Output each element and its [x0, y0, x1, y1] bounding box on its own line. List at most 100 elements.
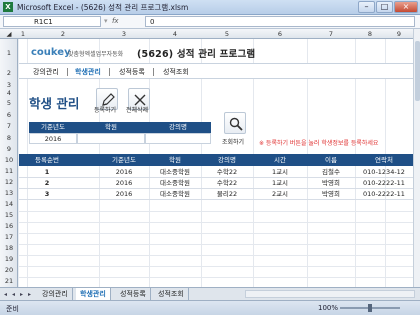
- menu-item-grade-view[interactable]: 성적조회: [163, 67, 189, 77]
- table-row[interactable]: 2 2016 대소중학원 수학22 1교시 박영희 010-2222-11: [19, 178, 413, 189]
- column-header[interactable]: 4: [149, 29, 201, 39]
- minimize-button[interactable]: –: [358, 1, 375, 13]
- delete-all-label: 전체삭제: [126, 107, 149, 114]
- row-header[interactable]: 3: [0, 81, 18, 89]
- name-box[interactable]: R1C1: [3, 16, 101, 27]
- row-header[interactable]: 4: [0, 89, 18, 97]
- cell-contact[interactable]: 010-1234-12: [355, 167, 413, 178]
- formula-bar: R1C1 ▾ fx 0: [0, 15, 420, 29]
- cell-name[interactable]: 박영희: [307, 178, 355, 189]
- maximize-button[interactable]: □: [376, 1, 393, 13]
- search-button[interactable]: [224, 112, 246, 134]
- excel-icon[interactable]: X: [3, 2, 13, 12]
- tab-nav-first-icon[interactable]: ◂: [4, 291, 7, 298]
- cell-academy[interactable]: 대소중학원: [149, 178, 201, 189]
- row-header[interactable]: 9: [0, 145, 18, 153]
- row-header[interactable]: 1: [0, 49, 18, 57]
- cell-time[interactable]: 2교시: [253, 189, 307, 200]
- filter-academy-input[interactable]: [77, 133, 145, 144]
- table-row[interactable]: 3 2016 대소중학원 물리22 2교시 박영희 010-2222-11: [19, 189, 413, 200]
- column-header[interactable]: 5: [201, 29, 253, 39]
- row-header[interactable]: 11: [0, 167, 18, 175]
- cell-lecture[interactable]: 물리22: [201, 189, 253, 200]
- row-header[interactable]: 13: [0, 189, 18, 197]
- cell-time[interactable]: 1교시: [253, 178, 307, 189]
- table-row[interactable]: 1 2016 대소중학원 수학22 1교시 김철수 010-1234-12: [19, 167, 413, 178]
- column-header-bar: ◢ 1 2 3 4 5 6 7 8 9: [0, 29, 420, 39]
- cell-lecture[interactable]: 수학22: [201, 178, 253, 189]
- row-header-bar: 1 2 3 4 5 6 7 8 9 10 11 12 13 14 15 16 1…: [0, 39, 18, 287]
- row-header[interactable]: 14: [0, 200, 18, 208]
- tab-nav-last-icon[interactable]: ▸: [28, 291, 31, 298]
- cell-contact[interactable]: 010-2222-11: [355, 189, 413, 200]
- cell-time[interactable]: 1교시: [253, 167, 307, 178]
- menu-divider: [153, 68, 154, 76]
- row-header[interactable]: 16: [0, 222, 18, 230]
- select-all-corner[interactable]: ◢: [0, 29, 18, 39]
- row-header[interactable]: 8: [0, 134, 18, 142]
- cell-contact[interactable]: 010-2222-11: [355, 178, 413, 189]
- cell-seq[interactable]: 3: [27, 189, 67, 200]
- row-header[interactable]: 6: [0, 111, 18, 119]
- row-header[interactable]: 2: [0, 69, 18, 77]
- row-header[interactable]: 10: [0, 156, 18, 164]
- menu-item-student[interactable]: 학생관리: [75, 67, 101, 77]
- column-header[interactable]: 1: [19, 29, 27, 39]
- row-header[interactable]: 15: [0, 211, 18, 219]
- row-header[interactable]: 21: [0, 277, 18, 285]
- close-button[interactable]: ×: [394, 1, 418, 13]
- cell-academy[interactable]: 대소중학원: [149, 189, 201, 200]
- horizontal-scrollbar[interactable]: [245, 290, 415, 298]
- cell-lecture[interactable]: 수학22: [201, 167, 253, 178]
- window-title: Microsoft Excel - (5626) 성적 관리 프로그램.xlsm: [17, 3, 189, 12]
- vertical-scrollbar[interactable]: [413, 29, 420, 287]
- cell-name[interactable]: 김철수: [307, 167, 355, 178]
- filter-header-academy: 학원: [77, 122, 145, 133]
- column-header[interactable]: 9: [385, 29, 413, 39]
- tab-student[interactable]: 학생관리: [76, 288, 111, 300]
- fx-label: fx: [111, 17, 119, 25]
- tab-grade-register[interactable]: 성적등록: [116, 288, 151, 300]
- cell-seq[interactable]: 1: [27, 167, 67, 178]
- column-header[interactable]: 6: [253, 29, 307, 39]
- column-header-academy: 학원: [169, 156, 181, 164]
- cell-year[interactable]: 2016: [99, 178, 149, 189]
- row-header[interactable]: 7: [0, 122, 18, 130]
- zoom-level[interactable]: 100%: [318, 304, 338, 312]
- menu-divider: [67, 68, 68, 76]
- row-header[interactable]: 5: [0, 99, 18, 107]
- column-header[interactable]: 8: [355, 29, 385, 39]
- cell-year[interactable]: 2016: [99, 167, 149, 178]
- cell-name[interactable]: 박영희: [307, 189, 355, 200]
- fx-icon[interactable]: ▾ fx: [104, 16, 140, 27]
- row-header[interactable]: 19: [0, 255, 18, 263]
- row-header[interactable]: 17: [0, 233, 18, 241]
- cell-year[interactable]: 2016: [99, 189, 149, 200]
- column-header-contact: 연락처: [375, 156, 393, 164]
- column-header[interactable]: 3: [99, 29, 149, 39]
- tab-lecture[interactable]: 강의관리: [38, 288, 73, 300]
- window-title-bar: X Microsoft Excel - (5626) 성적 관리 프로그램.xl…: [0, 0, 420, 15]
- tab-grade-view[interactable]: 성적조회: [154, 288, 189, 300]
- row-header[interactable]: 20: [0, 266, 18, 274]
- menu-item-grade-register[interactable]: 성적등록: [119, 67, 145, 77]
- scroll-thumb[interactable]: [415, 41, 420, 101]
- menu-item-lecture[interactable]: 강의관리: [33, 67, 59, 77]
- column-header[interactable]: 7: [307, 29, 355, 39]
- row-header[interactable]: 18: [0, 244, 18, 252]
- tab-nav-next-icon[interactable]: ▸: [20, 291, 23, 298]
- search-label: 조회하기: [222, 139, 245, 146]
- filter-year-input[interactable]: 2016: [29, 133, 77, 144]
- cell-academy[interactable]: 대소중학원: [149, 167, 201, 178]
- tab-nav-prev-icon[interactable]: ◂: [12, 291, 15, 298]
- column-header[interactable]: 2: [27, 29, 99, 39]
- empty-row[interactable]: [19, 277, 413, 287]
- column-header-name: 이름: [325, 156, 337, 164]
- cell-seq[interactable]: 2: [27, 178, 67, 189]
- row-header[interactable]: 12: [0, 178, 18, 186]
- worksheet-area[interactable]: coukey 맞춤형엑셀업무자동화 (5626) 성적 관리 프로그램 강의관리…: [19, 39, 413, 287]
- filter-lecture-input[interactable]: [145, 133, 211, 144]
- register-label: 등록하기: [94, 107, 117, 114]
- formula-input[interactable]: 0: [145, 16, 415, 27]
- zoom-slider-handle[interactable]: [368, 304, 372, 312]
